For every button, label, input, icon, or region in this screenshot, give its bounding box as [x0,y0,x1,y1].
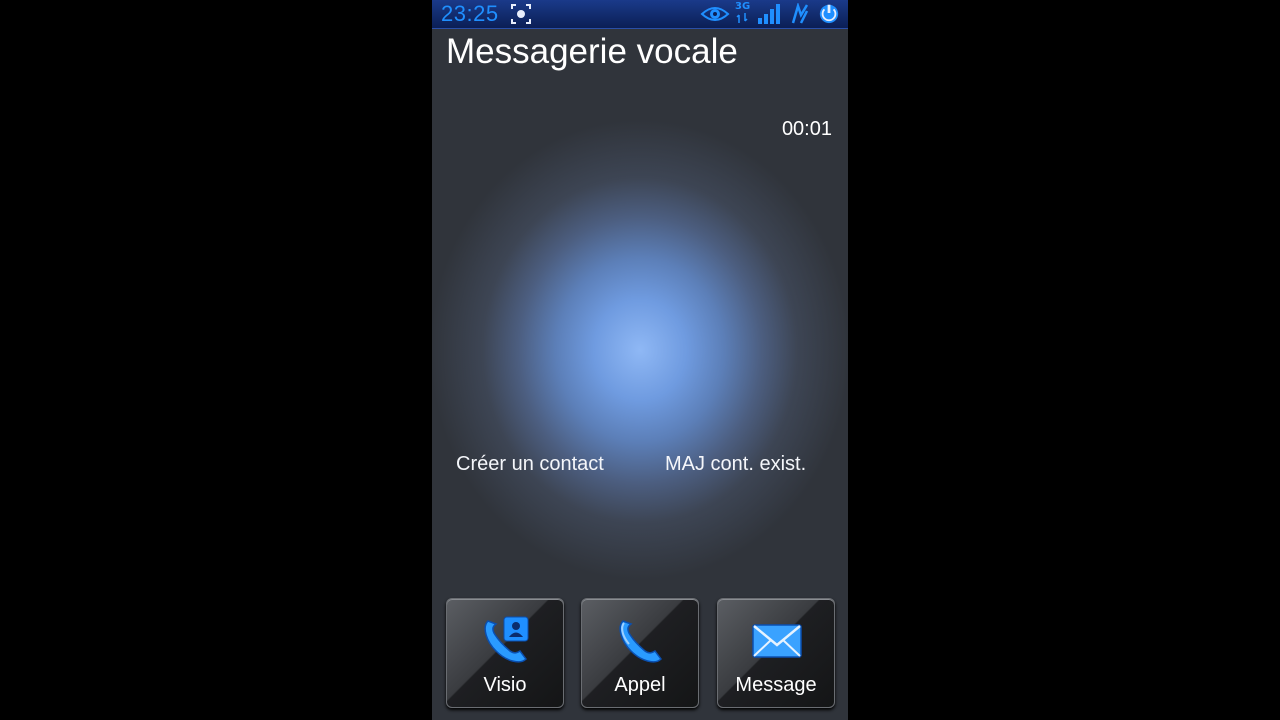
phone-screen: 23:25 3G Messagerie vocale 00:01 Créer u… [432,0,848,720]
sync-icon [791,3,809,24]
video-call-icon [484,616,529,663]
status-bar: 23:25 3G [432,0,848,29]
message-button[interactable]: Message [717,598,835,708]
screenshot-icon [511,4,531,24]
call-label: Appel [614,674,666,696]
eye-icon [700,7,730,21]
video-call-button[interactable]: Visio [446,598,564,708]
create-contact-link[interactable]: Créer un contact [456,453,604,476]
video-call-label: Visio [483,674,527,696]
message-label: Message [735,674,817,696]
page-title: Messagerie vocale [446,32,738,71]
update-contact-link[interactable]: MAJ cont. exist. [665,453,806,476]
call-button[interactable]: Appel [581,598,699,708]
call-timer: 00:01 [781,118,832,140]
power-icon [819,4,839,24]
status-time: 23:25 [441,1,499,26]
network-3g-icon: 3G [735,1,751,25]
envelope-icon [752,624,802,658]
phone-icon [619,620,662,663]
signal-strength-icon [758,4,780,24]
